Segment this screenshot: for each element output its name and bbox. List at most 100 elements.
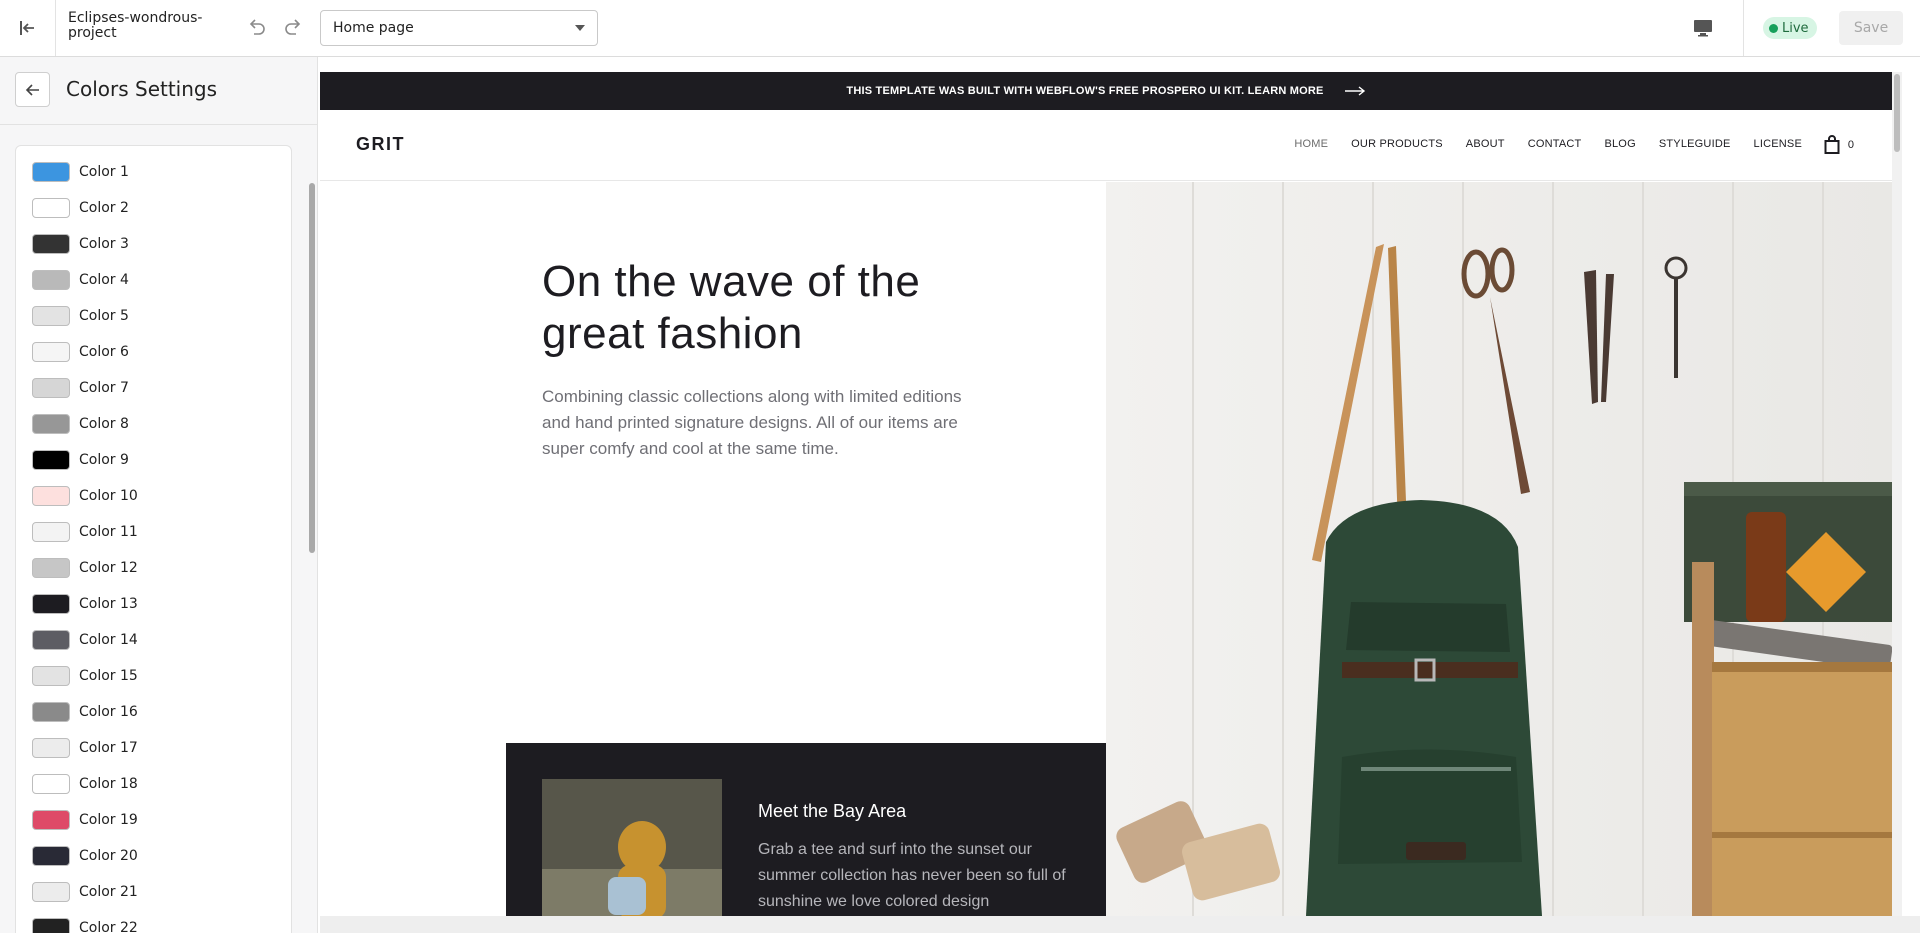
- page-select[interactable]: Home page: [320, 10, 598, 46]
- announcement-text: THIS TEMPLATE WAS BUILT WITH WEBFLOW'S F…: [846, 85, 1324, 97]
- color-label: Color 10: [79, 488, 138, 504]
- site-logo[interactable]: GRIT: [356, 134, 405, 155]
- nav-link-home[interactable]: HOME: [1294, 138, 1328, 150]
- color-item[interactable]: Color 13: [16, 586, 291, 622]
- color-swatch[interactable]: [32, 594, 70, 614]
- shopping-bag-icon: [1824, 135, 1840, 154]
- feature-card[interactable]: Meet the Bay Area Grab a tee and surf in…: [506, 743, 1106, 916]
- color-item[interactable]: Color 7: [16, 370, 291, 406]
- color-item[interactable]: Color 15: [16, 658, 291, 694]
- color-swatch[interactable]: [32, 414, 70, 434]
- site-navbar: GRIT HOME OUR PRODUCTS ABOUT CONTACT BLO…: [320, 110, 1892, 181]
- color-label: Color 11: [79, 524, 138, 540]
- sidebar-scrollbar-thumb[interactable]: [309, 183, 315, 553]
- color-swatch[interactable]: [32, 306, 70, 326]
- arrow-left-icon: [25, 83, 39, 96]
- color-swatch[interactable]: [32, 846, 70, 866]
- color-item[interactable]: Color 22: [16, 910, 291, 933]
- nav-link-license[interactable]: LICENSE: [1754, 138, 1802, 150]
- color-item[interactable]: Color 14: [16, 622, 291, 658]
- device-preview-button[interactable]: [1688, 14, 1718, 42]
- nav-link-about[interactable]: ABOUT: [1466, 138, 1505, 150]
- color-item[interactable]: Color 8: [16, 406, 291, 442]
- color-label: Color 4: [79, 272, 129, 288]
- color-swatch[interactable]: [32, 774, 70, 794]
- hero-title: On the wave of the great fashion: [542, 257, 921, 358]
- color-label: Color 16: [79, 704, 138, 720]
- color-swatch[interactable]: [32, 486, 70, 506]
- toolbar-divider: [1743, 0, 1744, 56]
- preview-scrollbar[interactable]: [1892, 72, 1902, 916]
- color-item[interactable]: Color 10: [16, 478, 291, 514]
- sidebar-title: Colors Settings: [66, 77, 218, 101]
- color-item[interactable]: Color 16: [16, 694, 291, 730]
- color-item[interactable]: Color 9: [16, 442, 291, 478]
- color-item[interactable]: Color 18: [16, 766, 291, 802]
- color-label: Color 6: [79, 344, 129, 360]
- color-label: Color 17: [79, 740, 138, 756]
- color-label: Color 13: [79, 596, 138, 612]
- exit-icon: [19, 21, 34, 35]
- preview-scrollbar-thumb[interactable]: [1894, 74, 1900, 152]
- nav-link-our-products[interactable]: OUR PRODUCTS: [1351, 138, 1443, 150]
- color-swatch[interactable]: [32, 630, 70, 650]
- color-swatch[interactable]: [32, 198, 70, 218]
- color-item[interactable]: Color 11: [16, 514, 291, 550]
- color-swatch[interactable]: [32, 234, 70, 254]
- save-button[interactable]: Save: [1839, 11, 1903, 45]
- color-item[interactable]: Color 4: [16, 262, 291, 298]
- preview-bottom-scrollbar[interactable]: [320, 916, 1920, 933]
- sidebar-scrollbar[interactable]: [308, 127, 316, 933]
- color-item[interactable]: Color 19: [16, 802, 291, 838]
- color-item[interactable]: Color 21: [16, 874, 291, 910]
- color-swatch[interactable]: [32, 378, 70, 398]
- color-label: Color 12: [79, 560, 138, 576]
- undo-button[interactable]: [244, 14, 270, 40]
- color-swatch[interactable]: [32, 882, 70, 902]
- color-swatch[interactable]: [32, 738, 70, 758]
- child-photo: [542, 779, 722, 916]
- color-swatch[interactable]: [32, 342, 70, 362]
- color-label: Color 14: [79, 632, 138, 648]
- chevron-down-icon: [575, 25, 585, 31]
- feature-card-text: Grab a tee and surf into the sunset our …: [758, 841, 1066, 910]
- color-label: Color 20: [79, 848, 138, 864]
- color-item[interactable]: Color 3: [16, 226, 291, 262]
- redo-button[interactable]: [280, 14, 306, 40]
- hero-text: Combining classic collections along with…: [542, 387, 962, 458]
- color-label: Color 1: [79, 164, 129, 180]
- cart-button[interactable]: 0: [1824, 135, 1854, 154]
- back-button[interactable]: [15, 72, 50, 107]
- live-label: Live: [1782, 20, 1809, 36]
- color-swatch[interactable]: [32, 918, 70, 933]
- color-swatch[interactable]: [32, 702, 70, 722]
- nav-link-blog[interactable]: BLOG: [1604, 138, 1635, 150]
- announcement-bar[interactable]: THIS TEMPLATE WAS BUILT WITH WEBFLOW'S F…: [320, 72, 1892, 110]
- color-item[interactable]: Color 6: [16, 334, 291, 370]
- color-item[interactable]: Color 2: [16, 190, 291, 226]
- redo-icon: [285, 19, 301, 35]
- color-item[interactable]: Color 20: [16, 838, 291, 874]
- site-nav-links: HOME OUR PRODUCTS ABOUT CONTACT BLOG STY…: [1271, 138, 1802, 150]
- color-swatch[interactable]: [32, 522, 70, 542]
- color-label: Color 18: [79, 776, 138, 792]
- color-swatch[interactable]: [32, 450, 70, 470]
- nav-link-styleguide[interactable]: STYLEGUIDE: [1659, 138, 1731, 150]
- top-toolbar: Eclipses-wondrous-project Home page Live…: [0, 0, 1920, 57]
- exit-button[interactable]: [0, 0, 56, 56]
- color-item[interactable]: Color 5: [16, 298, 291, 334]
- color-label: Color 3: [79, 236, 129, 252]
- nav-link-contact[interactable]: CONTACT: [1528, 138, 1582, 150]
- color-swatch[interactable]: [32, 810, 70, 830]
- live-status-badge: Live: [1763, 17, 1817, 39]
- color-swatch[interactable]: [32, 558, 70, 578]
- color-swatch[interactable]: [32, 666, 70, 686]
- color-item[interactable]: Color 12: [16, 550, 291, 586]
- color-list: Color 1 Color 2 Color 3 Color 4 Color 5 Color…: [16, 146, 291, 933]
- color-swatch[interactable]: [32, 162, 70, 182]
- color-label: Color 15: [79, 668, 138, 684]
- color-swatch[interactable]: [32, 270, 70, 290]
- color-item[interactable]: Color 17: [16, 730, 291, 766]
- color-settings-card: Color 1 Color 2 Color 3 Color 4 Color 5 Color…: [15, 145, 292, 933]
- color-item[interactable]: Color 1: [16, 154, 291, 190]
